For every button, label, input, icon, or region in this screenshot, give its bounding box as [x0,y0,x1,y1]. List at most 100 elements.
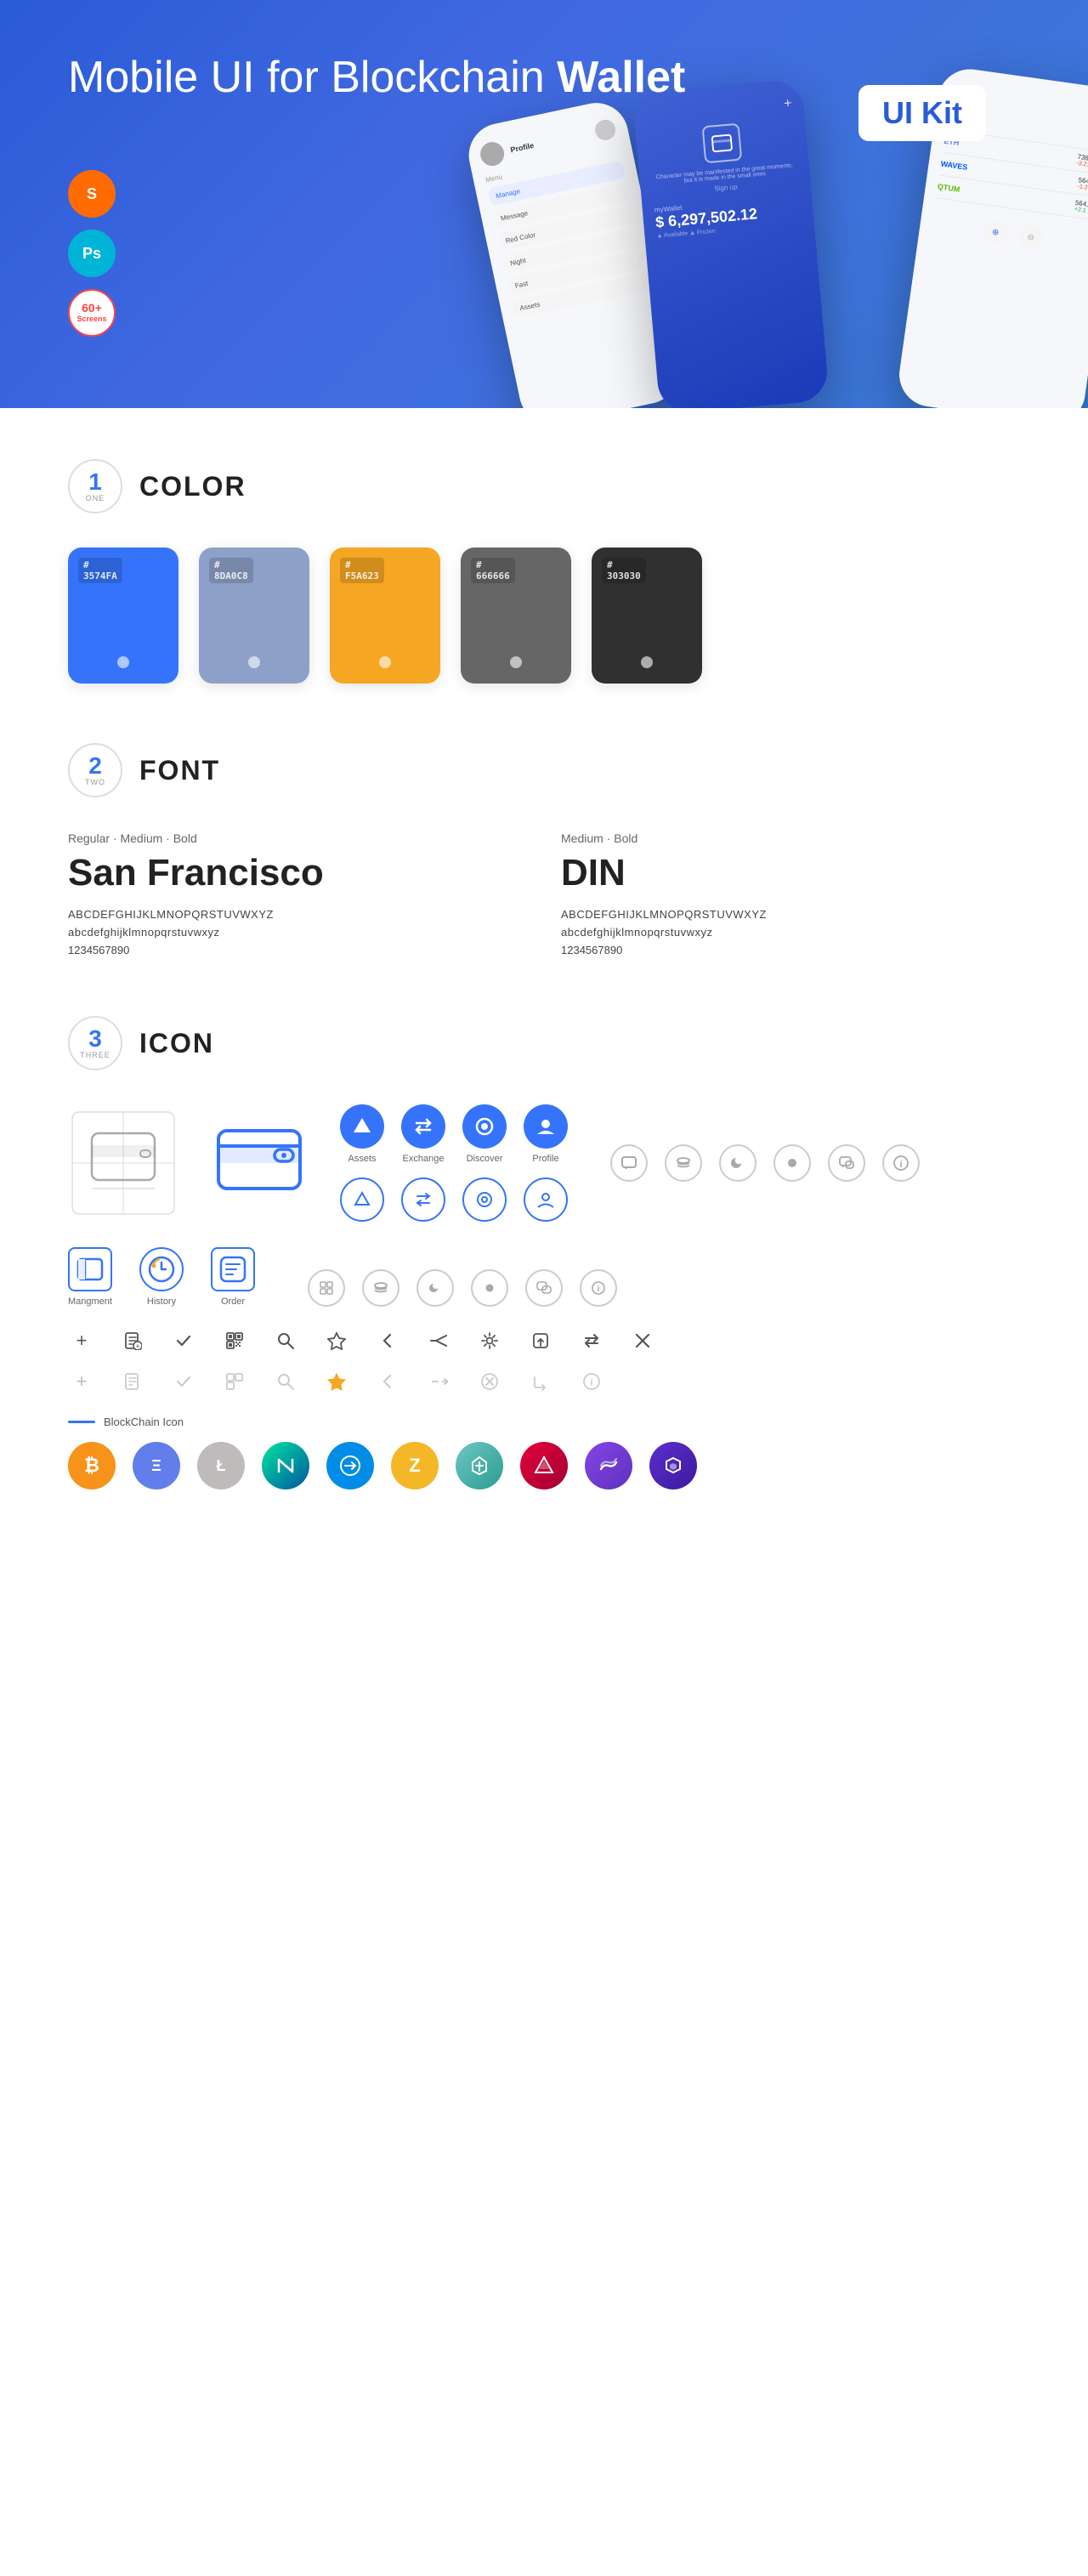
chat-icon [610,1144,648,1182]
color-title: COLOR [139,471,246,502]
qr-outline-icon [221,1368,248,1395]
share-icon [425,1327,452,1354]
icon-assets: Assets [340,1104,384,1164]
history-icon [139,1247,184,1291]
history-label: History [147,1297,176,1307]
color-swatch-slate: #8DA0C8 [199,548,309,684]
assets-label: Assets [348,1154,376,1164]
font-sf-styles: Regular · Medium · Bold [68,831,527,845]
hero-tools: S Ps 60+ Screens [68,170,116,337]
icon-history: History [139,1247,184,1307]
font-sf-uppercase: ABCDEFGHIJKLMNOPQRSTUVWXYZ [68,908,527,921]
dash-icon [326,1442,374,1489]
font-title: FONT [139,755,220,786]
svg-text:+: + [135,1342,139,1351]
svg-text:i: i [598,1285,600,1294]
management-icon [68,1247,112,1291]
stack-gray-icon [362,1269,400,1307]
font-din: Medium · Bold DIN ABCDEFGHIJKLMNOPQRSTUV… [561,831,1020,956]
search-outline-icon [272,1368,299,1395]
wallet-icon-filled [204,1108,314,1218]
ltc-icon: Ł [197,1442,245,1489]
color-number-big: 1 [88,470,102,494]
font-grid: Regular · Medium · Bold San Francisco AB… [68,831,1020,956]
doc-plus-icon: + [119,1327,146,1354]
qr-icon [221,1327,248,1354]
nav-icons-row-top: Assets Exchange [340,1104,568,1164]
icon-number-text: THREE [80,1051,110,1059]
icon-section-number: 3 THREE [68,1016,122,1070]
zcash-icon: Z [391,1442,439,1489]
font-din-lowercase: abcdefghijklmnopqrstuvwxyz [561,926,1020,939]
order-icon [211,1247,255,1291]
utility-icons-row: + + [68,1327,1020,1354]
photoshop-icon: Ps [68,230,116,277]
hero-title: Mobile UI for Blockchain Wallet [68,51,685,104]
color-section-number: 1 ONE [68,459,122,513]
font-sf-name: San Francisco [68,852,527,894]
crescent-gray-icon [416,1269,454,1307]
neo-icon [262,1442,309,1489]
assets-icon-outline [340,1177,384,1222]
icon-management: Mangment [68,1247,112,1307]
blockchain-label-text: BlockChain Icon [104,1416,184,1428]
icon-row-1: Assets Exchange [68,1104,1020,1222]
grid-gray-icon [308,1269,345,1307]
color-number-text: ONE [86,494,105,502]
font-din-numbers: 1234567890 [561,944,1020,956]
dot2-gray-icon [471,1269,508,1307]
upload-icon [527,1327,554,1354]
star-icon [323,1327,350,1354]
font-number-big: 2 [88,754,102,778]
misc-icons: i [610,1144,920,1182]
star-active-icon [323,1368,350,1395]
blockchain-coins-row: ₿ Ξ Ł Z [68,1442,1020,1489]
chat2-gray-icon [525,1269,563,1307]
extra-gray-icons: i [308,1269,617,1307]
font-sf-lowercase: abcdefghijklmnopqrstuvwxyz [68,926,527,939]
color-swatch-dark: #303030 [592,548,702,684]
eth-icon: Ξ [133,1442,180,1489]
dot-icon [774,1144,811,1182]
settings-icon [476,1327,503,1354]
x-outline-icon [476,1368,503,1395]
profile-icon [524,1104,568,1149]
icon-section: 3 THREE ICON [68,1016,1020,1489]
exchange-label: Exchange [403,1154,445,1164]
close-icon [629,1327,656,1354]
nav-icons-row-bottom [340,1177,568,1222]
blockchain-label-line [68,1421,95,1423]
font-din-uppercase: ABCDEFGHIJKLMNOPQRSTUVWXYZ [561,908,1020,921]
color-swatch-blue: #3574FA [68,548,178,684]
color-section: 1 ONE COLOR #3574FA #8DA0C8 #F5A623 #666… [68,459,1020,684]
icon-section-header: 3 THREE ICON [68,1016,1020,1070]
font-din-styles: Medium · Bold [561,831,1020,845]
color-swatch-orange: #F5A623 [330,548,440,684]
font-number-text: TWO [85,778,105,786]
speech-icon [828,1144,865,1182]
bottom-icon-row: Mangment History [68,1247,1020,1395]
icon-grid-outline [68,1108,178,1218]
plus-icon: + [68,1327,95,1354]
layers-icon [665,1144,702,1182]
font-section: 2 TWO FONT Regular · Medium · Bold San F… [68,743,1020,956]
swap-icon [578,1327,605,1354]
hero-title-bold: Wallet [557,53,685,102]
exchange-icon [401,1104,445,1149]
ui-kit-badge: UI Kit [858,85,986,141]
order-label: Order [221,1297,245,1307]
icon-order: Order [211,1247,255,1307]
font-sf: Regular · Medium · Bold San Francisco AB… [68,831,527,956]
screens-badge: 60+ Screens [68,289,116,337]
icon-title: ICON [139,1028,214,1059]
ark-icon [520,1442,568,1489]
assets-icon [340,1104,384,1149]
color-section-header: 1 ONE COLOR [68,459,1020,513]
forward-outline-icon [527,1368,554,1395]
discover-icon-outline [462,1177,507,1222]
management-label: Mangment [68,1297,112,1307]
sketch-icon: S [68,170,116,218]
nav-icons-filled: Assets Exchange [340,1104,568,1222]
blockchain-label-row: BlockChain Icon [68,1416,1020,1428]
chevron-left-icon [374,1327,401,1354]
